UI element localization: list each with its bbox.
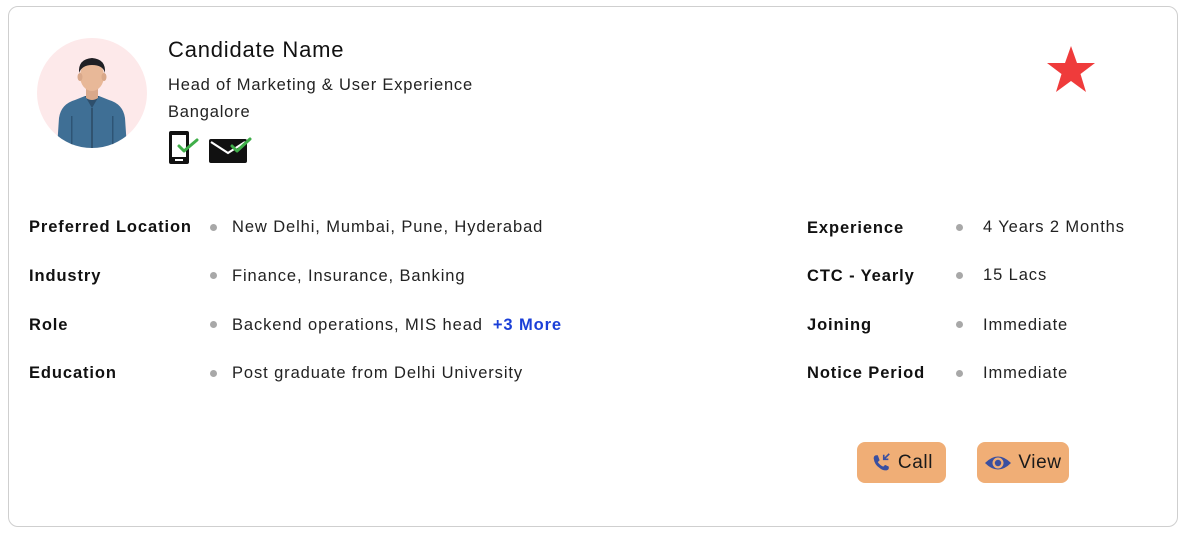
avatar [37, 38, 147, 148]
bullet [956, 321, 963, 328]
bullet [956, 272, 963, 279]
industry-value: Finance, Insurance, Banking [232, 267, 466, 285]
role-value: Backend operations, MIS head [232, 316, 483, 334]
bullet [210, 272, 217, 279]
bullet [210, 321, 217, 328]
call-button-label: Call [897, 451, 934, 473]
notice-period-label: Notice Period [807, 364, 926, 382]
role-label: Role [29, 316, 69, 334]
call-button[interactable]: Call [857, 442, 946, 483]
bullet [210, 224, 217, 231]
notice-period-value: Immediate [983, 364, 1069, 382]
ctc-label: CTC - Yearly [807, 267, 915, 285]
bullet [956, 224, 963, 231]
favorite-star-icon[interactable] [1045, 44, 1097, 94]
experience-value: 4 Years 2 Months [983, 218, 1125, 236]
view-button[interactable]: View [977, 442, 1069, 483]
candidate-card: Candidate Name Head of Marketing & User … [8, 6, 1178, 527]
view-button-label: View [1018, 451, 1062, 473]
eye-icon [985, 456, 1012, 469]
candidate-name: Candidate Name [168, 37, 345, 62]
joining-label: Joining [807, 316, 872, 334]
role-value-row: Backend operations, MIS head +3 More [232, 316, 562, 335]
candidate-location: Bangalore [168, 103, 251, 121]
email-verified-icon [208, 135, 256, 165]
more-roles-link[interactable]: +3 More [493, 316, 562, 334]
phone-call-icon [873, 452, 890, 470]
candidate-title: Head of Marketing & User Experience [168, 76, 473, 94]
education-value: Post graduate from Delhi University [232, 364, 524, 382]
joining-value: Immediate [983, 316, 1069, 334]
mobile-verified-icon [167, 130, 201, 166]
person-avatar-icon [57, 58, 127, 148]
industry-label: Industry [29, 267, 102, 285]
ctc-value: 15 Lacs [983, 266, 1048, 284]
bullet [210, 370, 217, 377]
education-label: Education [29, 364, 117, 382]
preferred-location-label: Preferred Location [29, 218, 192, 236]
bullet [956, 370, 963, 377]
preferred-location-value: New Delhi, Mumbai, Pune, Hyderabad [232, 218, 544, 236]
experience-label: Experience [807, 219, 905, 237]
